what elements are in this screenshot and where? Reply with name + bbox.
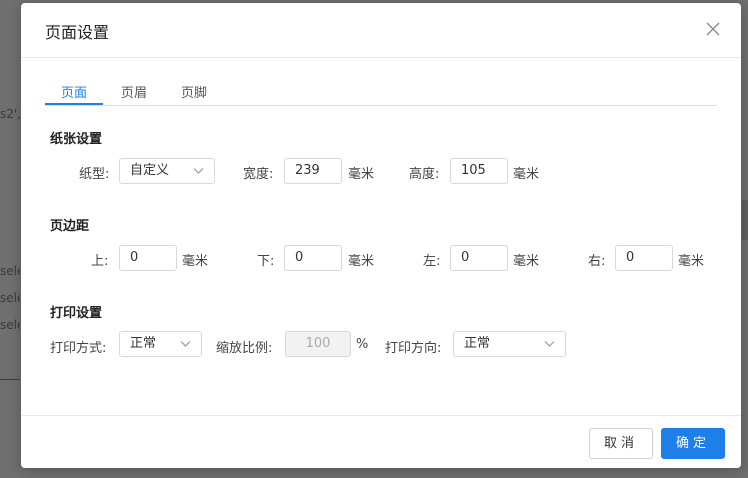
margin-bottom-input[interactable]: 0	[284, 245, 342, 271]
tab-footer[interactable]: 页脚	[181, 82, 207, 104]
margin-left-unit: 毫米	[513, 254, 540, 269]
margin-right-input[interactable]: 0	[615, 245, 673, 271]
paper-settings-title: 纸张设置	[50, 132, 103, 147]
print-direction-select[interactable]: 正常	[453, 331, 566, 357]
print-mode-label: 打印方式:	[50, 341, 107, 356]
margin-bottom-label: 下:	[257, 254, 275, 269]
paper-width-input[interactable]: 239	[284, 158, 342, 184]
close-button[interactable]	[705, 21, 721, 37]
background-text-fragment: sele	[0, 291, 20, 305]
print-mode-select[interactable]: 正常	[119, 331, 202, 357]
paper-type-label: 纸型:	[79, 167, 110, 182]
margin-top-unit: 毫米	[182, 254, 209, 269]
margin-top-input[interactable]: 0	[119, 245, 177, 271]
margin-left-input[interactable]: 0	[450, 245, 508, 271]
background-panel-edge	[742, 200, 748, 240]
background-text-fragment: s2',	[0, 107, 20, 121]
cancel-button[interactable]: 取消	[589, 428, 653, 459]
paper-height-unit: 毫米	[513, 167, 540, 182]
chevron-down-icon	[180, 341, 191, 347]
confirm-button[interactable]: 确定	[661, 428, 725, 459]
dialog-footer: 取消 确定	[21, 415, 741, 468]
background-text-fragment: sele	[0, 264, 20, 278]
paper-height-label: 高度:	[409, 167, 440, 182]
tab-header[interactable]: 页眉	[121, 82, 147, 104]
dialog-title: 页面设置	[45, 23, 110, 42]
print-direction-value: 正常	[464, 336, 491, 351]
settings-tabs: 页面 页眉 页脚	[44, 79, 717, 106]
margins-title: 页边距	[50, 219, 90, 234]
tab-page[interactable]: 页面	[44, 82, 104, 105]
margin-top-label: 上:	[91, 254, 109, 269]
paper-height-input[interactable]: 105	[450, 158, 508, 184]
paper-type-select[interactable]: 自定义	[119, 158, 215, 184]
paper-width-unit: 毫米	[348, 167, 375, 182]
margin-right-unit: 毫米	[678, 254, 705, 269]
close-icon	[706, 22, 720, 36]
margin-right-label: 右:	[588, 254, 606, 269]
page-settings-dialog: 页面设置 页面 页眉 页脚 纸张设置 纸型: 自定义 宽度: 239 毫米 高度…	[21, 3, 741, 468]
scale-input[interactable]: 100	[285, 331, 351, 357]
paper-width-label: 宽度:	[243, 167, 274, 182]
paper-type-value: 自定义	[130, 163, 170, 178]
chevron-down-icon	[193, 168, 204, 174]
chevron-down-icon	[544, 341, 555, 347]
background-text-fragment: sele	[0, 318, 20, 332]
print-settings-title: 打印设置	[50, 306, 103, 321]
scale-unit: %	[356, 337, 369, 352]
background-divider	[0, 379, 20, 380]
print-direction-label: 打印方向:	[385, 341, 442, 356]
margin-bottom-unit: 毫米	[348, 254, 375, 269]
dialog-header: 页面设置	[21, 3, 741, 58]
scale-label: 缩放比例:	[216, 341, 273, 356]
margin-left-label: 左:	[423, 254, 441, 269]
print-mode-value: 正常	[130, 336, 157, 351]
